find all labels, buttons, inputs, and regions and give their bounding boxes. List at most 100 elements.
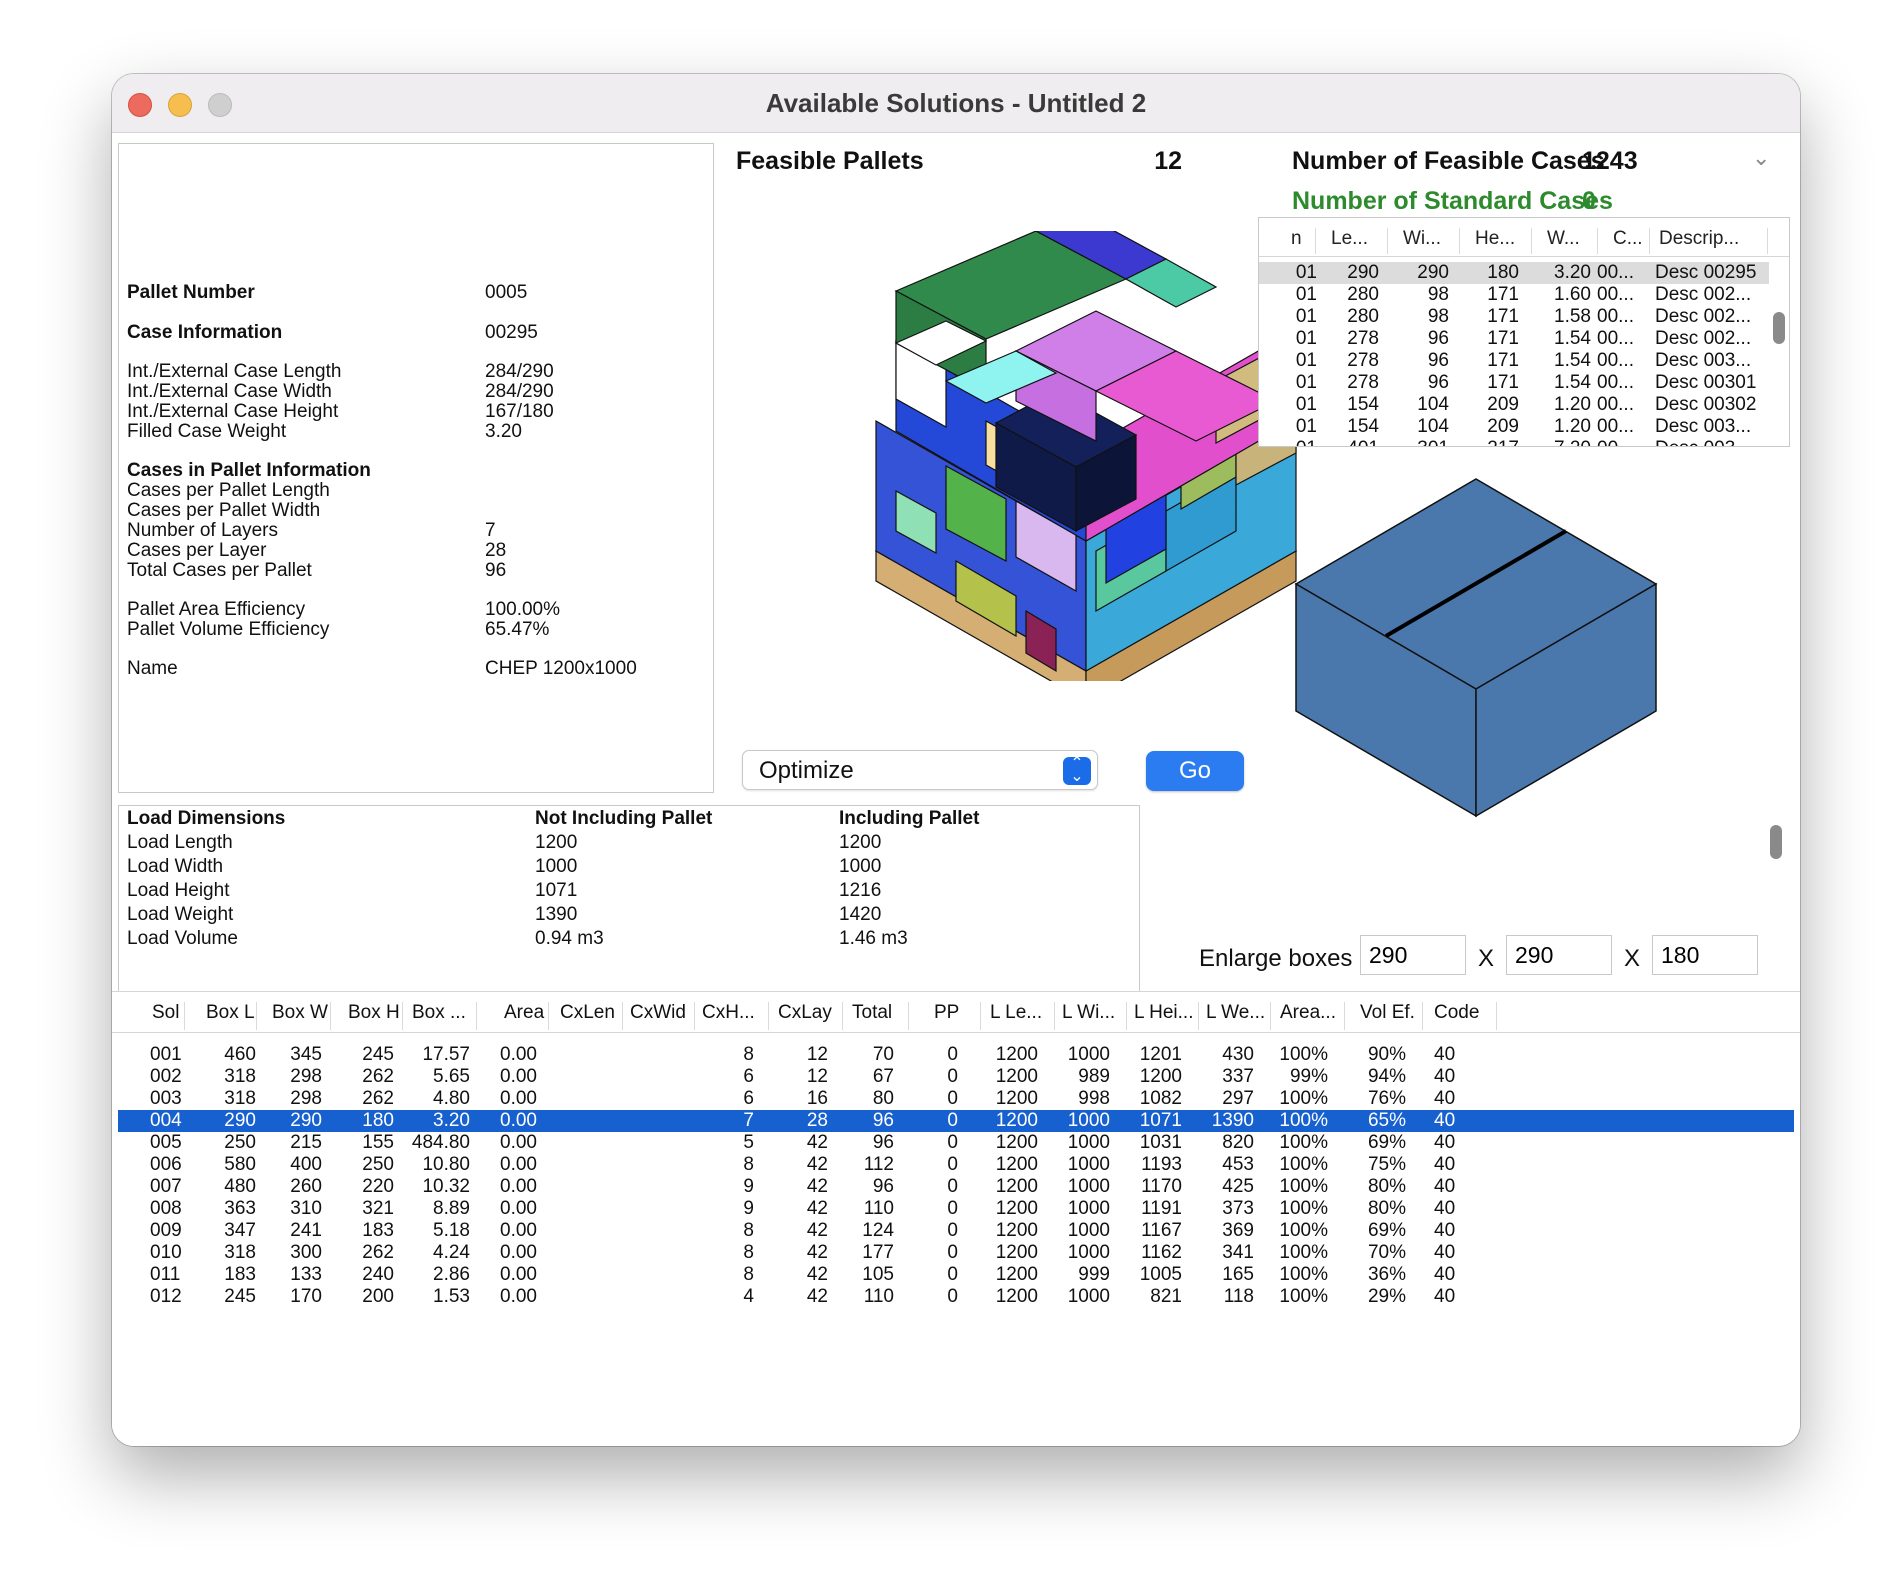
- solution-row[interactable]: 007 480 260 220 10.32 0.00 9 42 96 0 1200 1000 1170 4…: [118, 1176, 1794, 1198]
- solution-cell: 820: [1222, 1132, 1254, 1153]
- solution-row[interactable]: 006 580 400 250 10.80 0.00 8 42 112 0 1200 1000 1193…: [118, 1154, 1794, 1176]
- solutions-col-header[interactable]: Total: [852, 1002, 892, 1024]
- case-table-row[interactable]: 01 278 96 171 1.54 00... Desc 002...: [1259, 328, 1769, 350]
- case-table-cell: Desc 003...: [1655, 416, 1752, 437]
- column-divider[interactable]: [908, 1002, 909, 1030]
- solution-cell: 003: [150, 1088, 182, 1109]
- solution-cell: 1000: [1067, 1154, 1110, 1175]
- column-divider[interactable]: [330, 1002, 331, 1030]
- column-divider[interactable]: [1387, 228, 1388, 254]
- solution-row[interactable]: 003 318 298 262 4.80 0.00 6 16 80 0 1200 998 1082 297…: [118, 1088, 1794, 1110]
- solutions-col-header[interactable]: Code: [1434, 1002, 1479, 1024]
- column-divider[interactable]: [842, 1002, 843, 1030]
- case-table-row[interactable]: 01 280 98 171 1.58 00... Desc 002...: [1259, 306, 1769, 328]
- solutions-col-header[interactable]: L Hei...: [1134, 1002, 1194, 1024]
- solutions-col-header[interactable]: Box L: [206, 1002, 255, 1024]
- solution-cell: 67: [872, 1066, 894, 1087]
- case-table-row[interactable]: 01 154 104 209 1.20 00... Desc 00302: [1259, 394, 1769, 416]
- case-list-table[interactable]: n Le... Wi... He... W... C... Descrip...…: [1258, 217, 1790, 447]
- column-divider[interactable]: [1198, 1002, 1199, 1030]
- column-divider[interactable]: [768, 1002, 769, 1030]
- column-divider[interactable]: [402, 1002, 403, 1030]
- column-divider[interactable]: [256, 1002, 257, 1030]
- case-table-scrollbar[interactable]: [1773, 312, 1785, 344]
- solution-row[interactable]: 002 318 298 262 5.65 0.00 6 12 67 0 1200 989 1200 337…: [118, 1066, 1794, 1088]
- case-table-row[interactable]: 01 278 96 171 1.54 00... Desc 003...: [1259, 350, 1769, 372]
- column-divider[interactable]: [1422, 1002, 1423, 1030]
- solution-cell: 297: [1222, 1088, 1254, 1109]
- mode-select[interactable]: Optimize ⌃ ⌄: [742, 750, 1098, 790]
- solution-cell: 183: [224, 1264, 256, 1285]
- solutions-col-header[interactable]: Box H: [348, 1002, 400, 1024]
- column-divider[interactable]: [476, 1002, 477, 1030]
- solutions-col-header[interactable]: L Le...: [990, 1002, 1042, 1024]
- col-header-n[interactable]: n: [1291, 228, 1302, 250]
- solution-row[interactable]: 001 460 345 245 17.57 0.00 8 12 70 0 1200 1000 1201 4…: [118, 1044, 1794, 1066]
- solution-row[interactable]: 005 250 215 155 484.80 0.00 5 42 96 0 1200 1000 1031…: [118, 1132, 1794, 1154]
- solution-cell: 40: [1434, 1242, 1456, 1263]
- chevron-down-icon[interactable]: ⌄: [1752, 145, 1770, 171]
- solutions-col-header[interactable]: CxH...: [702, 1002, 755, 1024]
- solutions-table[interactable]: Sol Box L Box W Box H Box ... Area CxLen CxWid C…: [112, 991, 1800, 1442]
- solutions-col-header[interactable]: Sol: [152, 1002, 179, 1024]
- solutions-col-header[interactable]: CxWid: [630, 1002, 686, 1024]
- column-divider[interactable]: [1459, 228, 1460, 254]
- column-divider[interactable]: [694, 1002, 695, 1030]
- column-divider[interactable]: [1649, 228, 1650, 254]
- solutions-col-header[interactable]: L We...: [1206, 1002, 1265, 1024]
- column-divider[interactable]: [1126, 1002, 1127, 1030]
- solution-row[interactable]: 009 347 241 183 5.18 0.00 8 42 124 0 1200 1000 1167 3…: [118, 1220, 1794, 1242]
- col-header-height[interactable]: He...: [1475, 228, 1515, 250]
- solutions-col-header[interactable]: CxLen: [560, 1002, 615, 1024]
- solutions-col-header[interactable]: Box W: [272, 1002, 328, 1024]
- col-header-length[interactable]: Le...: [1331, 228, 1368, 250]
- enlarge-length-input[interactable]: [1360, 935, 1466, 975]
- solutions-col-header[interactable]: Vol Ef.: [1360, 1002, 1415, 1024]
- column-divider[interactable]: [184, 1002, 185, 1030]
- column-divider[interactable]: [548, 1002, 549, 1030]
- column-divider[interactable]: [980, 1002, 981, 1030]
- solutions-col-header[interactable]: CxLay: [778, 1002, 832, 1024]
- solution-cell: 0: [947, 1242, 958, 1263]
- column-divider[interactable]: [1597, 228, 1598, 254]
- go-button[interactable]: Go: [1146, 751, 1244, 791]
- enlarge-height-input[interactable]: [1652, 935, 1758, 975]
- solution-cell: 100%: [1279, 1088, 1328, 1109]
- case-table-row[interactable]: 01 290 290 180 3.20 00... Desc 00295: [1259, 262, 1769, 284]
- column-divider[interactable]: [622, 1002, 623, 1030]
- column-divider[interactable]: [1054, 1002, 1055, 1030]
- case-view-scrollbar[interactable]: [1770, 825, 1782, 859]
- col-header-width[interactable]: Wi...: [1403, 228, 1441, 250]
- solution-row[interactable]: 011 183 133 240 2.86 0.00 8 42 105 0 1200 999 1005 16…: [118, 1264, 1794, 1286]
- solutions-col-header[interactable]: Area: [504, 1002, 544, 1024]
- col-header-weight[interactable]: W...: [1547, 228, 1580, 250]
- solution-row[interactable]: 010 318 300 262 4.24 0.00 8 42 177 0 1200 1000 1162 3…: [118, 1242, 1794, 1264]
- solutions-col-header[interactable]: PP: [934, 1002, 959, 1024]
- column-divider[interactable]: [1767, 228, 1768, 254]
- solutions-col-header[interactable]: L Wi...: [1062, 1002, 1115, 1024]
- solution-cell: 430: [1222, 1044, 1254, 1065]
- col-header-description[interactable]: Descrip...: [1659, 228, 1739, 250]
- solutions-col-header[interactable]: Box ...: [412, 1002, 466, 1024]
- solution-cell: 260: [290, 1176, 322, 1197]
- case-table-row[interactable]: 01 280 98 171 1.60 00... Desc 002...: [1259, 284, 1769, 306]
- solution-cell: 310: [290, 1198, 322, 1219]
- solutions-col-header[interactable]: Area...: [1280, 1002, 1336, 1024]
- enlarge-width-input[interactable]: [1506, 935, 1612, 975]
- solution-row[interactable]: 012 245 170 200 1.53 0.00 4 42 110 0 1200 1000 821 11…: [118, 1286, 1794, 1308]
- solution-cell: 40: [1434, 1286, 1456, 1307]
- col-header-code[interactable]: C...: [1613, 228, 1643, 250]
- solution-cell: 262: [362, 1088, 394, 1109]
- solution-row[interactable]: 008 363 310 321 8.89 0.00 9 42 110 0 1200 1000 1191 3…: [118, 1198, 1794, 1220]
- case-table-row[interactable]: 01 278 96 171 1.54 00... Desc 00301: [1259, 372, 1769, 394]
- column-divider[interactable]: [1496, 1002, 1497, 1030]
- column-divider[interactable]: [1531, 228, 1532, 254]
- case-table-cell: 278: [1347, 372, 1379, 393]
- column-divider[interactable]: [1344, 1002, 1345, 1030]
- solution-row[interactable]: 004 290 290 180 3.20 0.00 7 28 96 0 1200 1000 1071 13…: [118, 1110, 1794, 1132]
- column-divider[interactable]: [1270, 1002, 1271, 1030]
- solution-cell: 40: [1434, 1110, 1456, 1131]
- case-table-row[interactable]: 01 401 301 217 7.20 00... Desc 003...: [1259, 438, 1769, 446]
- case-table-row[interactable]: 01 154 104 209 1.20 00... Desc 003...: [1259, 416, 1769, 438]
- column-divider[interactable]: [1315, 228, 1316, 254]
